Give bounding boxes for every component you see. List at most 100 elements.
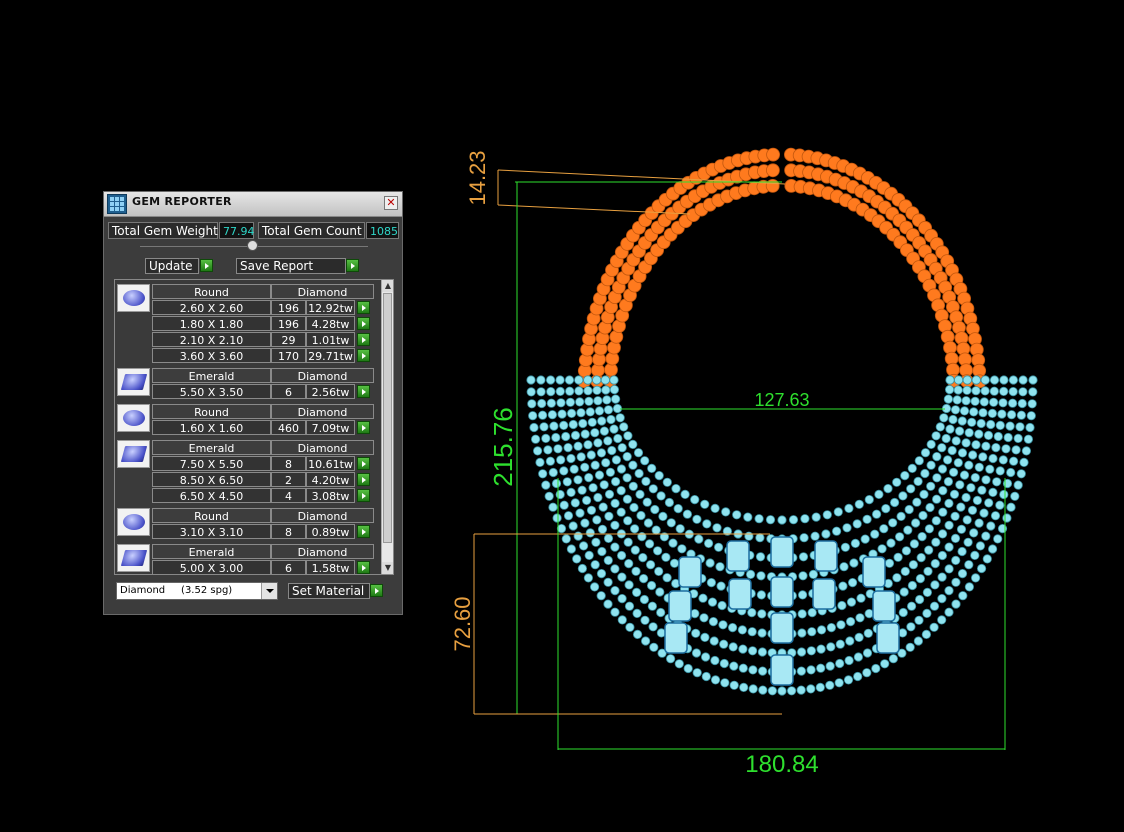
gem-stone <box>955 480 965 490</box>
gem-stone <box>638 573 649 584</box>
gem-stone <box>600 375 611 385</box>
gem-stone <box>692 668 702 678</box>
gem-stone <box>912 497 922 507</box>
gem-stone <box>806 665 816 675</box>
gem-stone <box>844 655 854 666</box>
gem-stone <box>601 458 611 468</box>
gem-stone <box>939 413 949 423</box>
gem-stone <box>970 573 981 583</box>
gem-stone <box>530 434 541 444</box>
gem-stone <box>986 521 996 531</box>
gem-stone <box>708 616 719 627</box>
gem-stone <box>624 558 634 569</box>
gem-stone <box>938 507 948 517</box>
gem-stone <box>691 648 702 658</box>
gem-stone <box>798 571 808 581</box>
gem-stone <box>931 494 942 504</box>
gem-stone <box>956 524 967 534</box>
gem-stone <box>566 408 577 418</box>
gem-stone <box>926 481 936 491</box>
gem-stone <box>594 406 605 416</box>
gem-stone <box>1007 398 1018 408</box>
gem-stone <box>957 448 968 458</box>
gem-stone <box>816 663 826 673</box>
emerald-cut-stone <box>664 622 688 654</box>
gem-stone <box>630 545 640 555</box>
gem-stone <box>617 593 627 604</box>
gem-stone <box>951 599 961 609</box>
gem-stone <box>549 421 559 431</box>
gem-stone <box>597 546 607 557</box>
gem-stone <box>568 419 578 430</box>
gem-stone <box>937 593 947 604</box>
gem-stone <box>948 414 958 425</box>
gem-stone <box>757 666 768 676</box>
gem-stone <box>842 523 852 533</box>
gem-stone <box>800 514 810 524</box>
gem-stone <box>807 607 817 618</box>
gem-stone <box>662 573 672 583</box>
gem-stone <box>555 489 565 500</box>
gem-stone <box>1015 422 1025 432</box>
gem-stone <box>837 600 847 611</box>
gem-stone <box>636 510 646 521</box>
gem-stone <box>892 573 902 583</box>
gem-stone <box>991 442 1001 453</box>
emerald-cut-stone <box>770 612 794 644</box>
gem-stone <box>547 410 558 420</box>
gem-stone <box>555 375 565 385</box>
gem-stone <box>528 411 538 421</box>
gem-stone <box>738 663 748 673</box>
gem-stone <box>546 386 556 397</box>
gem-stone <box>969 407 979 417</box>
gem-stone <box>1017 398 1027 409</box>
gem-stone <box>592 385 602 395</box>
gem-stone <box>537 410 548 420</box>
gem-stone <box>609 424 619 434</box>
gem-stone <box>953 458 963 468</box>
gem-stone <box>580 429 590 439</box>
gem-stone <box>1008 386 1018 397</box>
gem-stone <box>797 590 808 600</box>
gem-stone <box>961 438 971 448</box>
gem-stone <box>590 560 600 570</box>
gem-stone <box>603 555 613 566</box>
gem-stone <box>950 533 961 544</box>
gem-stone <box>654 470 664 481</box>
gem-stone <box>690 608 700 619</box>
gem-stone <box>526 375 536 385</box>
gem-stone <box>584 550 594 561</box>
gem-stone <box>556 398 566 408</box>
gem-stone <box>543 445 553 455</box>
gem-stone <box>854 632 864 643</box>
gem-stone <box>610 394 621 404</box>
gem-stone <box>592 375 602 385</box>
gem-stone <box>573 475 583 485</box>
gem-stone <box>755 552 766 562</box>
emerald-cut-stone <box>770 536 794 568</box>
gem-stone <box>995 420 1005 430</box>
gem-stone <box>989 386 999 396</box>
emerald-cut-stone <box>678 556 702 588</box>
gem-stone <box>561 534 571 544</box>
gem-stone <box>666 518 676 528</box>
gem-stone <box>536 387 546 397</box>
gem-stone <box>610 476 621 487</box>
gem-stone <box>989 375 1000 385</box>
gem-stone <box>765 515 776 525</box>
gem-stone <box>907 463 917 473</box>
gem-stone <box>748 665 758 675</box>
gem-stone <box>647 463 657 473</box>
gem-stone <box>648 622 658 632</box>
gem-stone <box>1013 433 1023 443</box>
gem-stone <box>658 511 668 522</box>
gem-stone <box>974 462 984 472</box>
gem-stone <box>904 504 914 515</box>
gem-stone <box>570 498 580 508</box>
gem-stone <box>586 450 596 460</box>
gem-stone <box>948 467 959 477</box>
gem-stone <box>909 539 920 549</box>
gem-stone <box>921 629 932 640</box>
gem-stone <box>896 511 906 522</box>
gem-stone <box>957 416 967 426</box>
